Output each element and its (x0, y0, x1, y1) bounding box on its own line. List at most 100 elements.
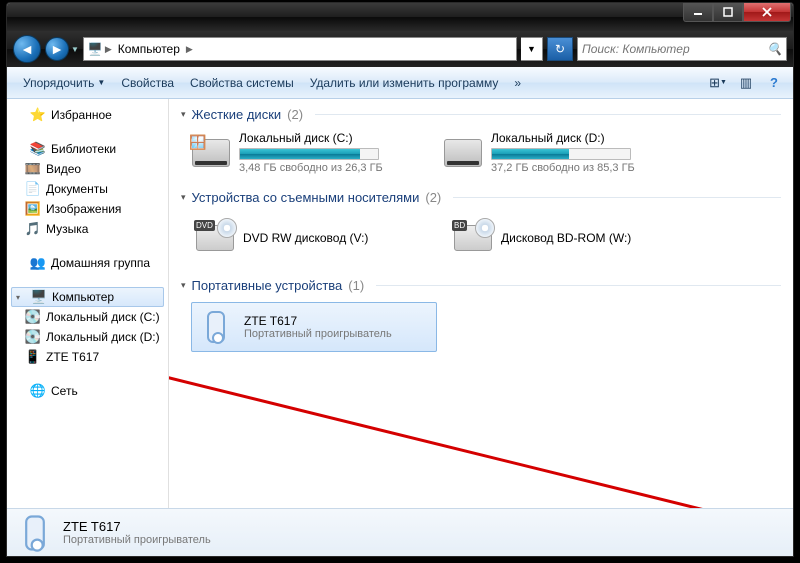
libraries-icon: 📚 (30, 141, 46, 157)
explorer-window: ◄ ► ▼ 🖥️ ▶ Компьютер ▶ ▼ ↻ 🔍 Упорядочить… (6, 2, 794, 557)
close-button[interactable] (743, 3, 791, 22)
system-properties-button[interactable]: Свойства системы (182, 72, 302, 94)
details-pane: ZTE T617 Портативный проигрыватель (7, 508, 793, 556)
device-dvd-rw[interactable]: DVD DVD RW дисковод (V:) (191, 214, 437, 262)
sidebar-label: Домашняя группа (51, 256, 150, 270)
hdd-icon: 🪟 (191, 133, 231, 173)
sidebar-homegroup[interactable]: 👥 Домашняя группа (7, 253, 168, 273)
category-header[interactable]: ▾ Жесткие диски (2) (181, 107, 781, 125)
sidebar-network[interactable]: 🌐 Сеть (7, 381, 168, 401)
address-bar[interactable]: 🖥️ ▶ Компьютер ▶ (83, 37, 517, 61)
category-title: Портативные устройства (192, 278, 343, 293)
category-divider (453, 197, 781, 198)
sidebar-label: Сеть (51, 384, 78, 398)
device-type: Портативный проигрыватель (244, 328, 392, 340)
category-header[interactable]: ▾ Устройства со съемными носителями (2) (181, 190, 781, 208)
capacity-bar (491, 148, 631, 160)
sidebar-item-pictures[interactable]: 🖼️ Изображения (7, 199, 168, 219)
sidebar-label: Видео (46, 162, 81, 176)
maximize-button[interactable] (713, 3, 743, 22)
drive-item-c[interactable]: 🪟 Локальный диск (C:) 3,48 ГБ свободно и… (191, 131, 431, 174)
minimize-button[interactable] (683, 3, 713, 22)
search-input[interactable]: 🔍 (577, 37, 787, 61)
help-button[interactable]: ? (763, 72, 785, 94)
computer-icon: 🖥️ (31, 289, 47, 305)
collapse-icon[interactable]: ▾ (181, 192, 186, 203)
drive-name: Локальный диск (D:) (491, 131, 683, 145)
forward-button[interactable]: ► (45, 37, 69, 61)
sidebar-item-zte-t617[interactable]: 📱 ZTE T617 (7, 347, 168, 367)
breadcrumb-sep-icon[interactable]: ▶ (103, 44, 114, 55)
sidebar-label: Компьютер (52, 290, 114, 304)
device-bd-rom[interactable]: BD Дисковод BD-ROM (W:) (449, 214, 695, 262)
sidebar-label: Музыка (46, 222, 88, 236)
music-icon: 🎵 (25, 221, 41, 237)
collapse-icon[interactable]: ▾ (181, 109, 186, 120)
category-title: Жесткие диски (192, 107, 282, 122)
sidebar-label: Изображения (46, 202, 121, 216)
sidebar-item-music[interactable]: 🎵 Музыка (7, 219, 168, 239)
search-icon: 🔍 (767, 42, 782, 56)
category-portable: ▾ Портативные устройства (1) ZTE T617 По… (181, 278, 781, 352)
sidebar-label: ZTE T617 (46, 350, 99, 364)
sidebar-label: Локальный диск (D:) (46, 330, 160, 344)
category-title: Устройства со съемными носителями (192, 190, 420, 205)
nav-history-dropdown[interactable]: ▼ (71, 45, 79, 54)
uninstall-change-button[interactable]: Удалить или изменить программу (302, 72, 507, 94)
sidebar-libraries[interactable]: 📚 Библиотеки (7, 139, 168, 159)
sidebar-item-video[interactable]: 🎞️ Видео (7, 159, 168, 179)
category-divider (315, 114, 781, 115)
preview-pane-button[interactable]: ▥ (735, 72, 757, 94)
capacity-bar (239, 148, 379, 160)
navigation-bar: ◄ ► ▼ 🖥️ ▶ Компьютер ▶ ▼ ↻ 🔍 (7, 31, 793, 67)
device-name: Дисковод BD-ROM (W:) (501, 231, 631, 245)
explorer-body: ⭐Избранное 📚 Библиотеки 🎞️ Видео 📄 Документ… (7, 99, 793, 508)
search-field[interactable] (582, 42, 767, 56)
category-count: (1) (348, 278, 364, 293)
portable-player-icon (196, 307, 236, 347)
star-icon: ⭐ (30, 107, 46, 123)
category-header[interactable]: ▾ Портативные устройства (1) (181, 278, 781, 296)
documents-icon: 📄 (25, 181, 41, 197)
organize-menu[interactable]: Упорядочить▼ (15, 72, 113, 94)
drive-name: Локальный диск (C:) (239, 131, 431, 145)
details-type: Портативный проигрыватель (63, 534, 211, 546)
optical-drive-icon: DVD (195, 218, 235, 258)
category-removable: ▾ Устройства со съемными носителями (2) … (181, 190, 781, 262)
drive-item-d[interactable]: Локальный диск (D:) 37,2 ГБ свободно из … (443, 131, 683, 174)
computer-icon: 🖥️ (88, 42, 103, 56)
sidebar-computer[interactable]: ▾ 🖥️ Компьютер (11, 287, 164, 307)
toolbar-overflow[interactable]: » (506, 72, 529, 94)
titlebar (7, 3, 793, 31)
annotation-arrow (169, 357, 753, 508)
sidebar-item-documents[interactable]: 📄 Документы (7, 179, 168, 199)
back-button[interactable]: ◄ (13, 35, 41, 63)
phone-icon: 📱 (25, 349, 41, 365)
optical-drive-icon: BD (453, 218, 493, 258)
network-icon: 🌐 (30, 383, 46, 399)
navigation-pane: ⭐Избранное 📚 Библиотеки 🎞️ Видео 📄 Документ… (7, 99, 169, 508)
sidebar-label: Локальный диск (C:) (46, 310, 160, 324)
breadcrumb-computer[interactable]: Компьютер (114, 38, 184, 60)
device-zte-t617[interactable]: ZTE T617 Портативный проигрыватель (191, 302, 437, 352)
hdd-icon (443, 133, 483, 173)
sidebar-item-drive-c[interactable]: 💽Локальный диск (C:) (7, 307, 168, 327)
sidebar-favorites[interactable]: ⭐Избранное (7, 105, 168, 125)
homegroup-icon: 👥 (30, 255, 46, 271)
content-pane: ▾ Жесткие диски (2) 🪟 Локальный диск (C:… (169, 99, 793, 508)
category-hard-disks: ▾ Жесткие диски (2) 🪟 Локальный диск (C:… (181, 107, 781, 174)
collapse-icon[interactable]: ▾ (16, 293, 26, 302)
drive-icon: 💽 (25, 329, 41, 345)
properties-button[interactable]: Свойства (113, 72, 182, 94)
video-icon: 🎞️ (25, 161, 41, 177)
view-mode-button[interactable]: ⊞▼ (707, 72, 729, 94)
refresh-button[interactable]: ↻ (547, 37, 573, 61)
sidebar-item-drive-d[interactable]: 💽 Локальный диск (D:) (7, 327, 168, 347)
pictures-icon: 🖼️ (25, 201, 41, 217)
drive-free-text: 3,48 ГБ свободно из 26,3 ГБ (239, 162, 431, 174)
address-dropdown[interactable]: ▼ (521, 37, 543, 61)
collapse-icon[interactable]: ▾ (181, 280, 186, 291)
sidebar-label: Документы (46, 182, 108, 196)
sidebar-label: Библиотеки (51, 142, 116, 156)
breadcrumb-sep-icon[interactable]: ▶ (184, 44, 195, 55)
